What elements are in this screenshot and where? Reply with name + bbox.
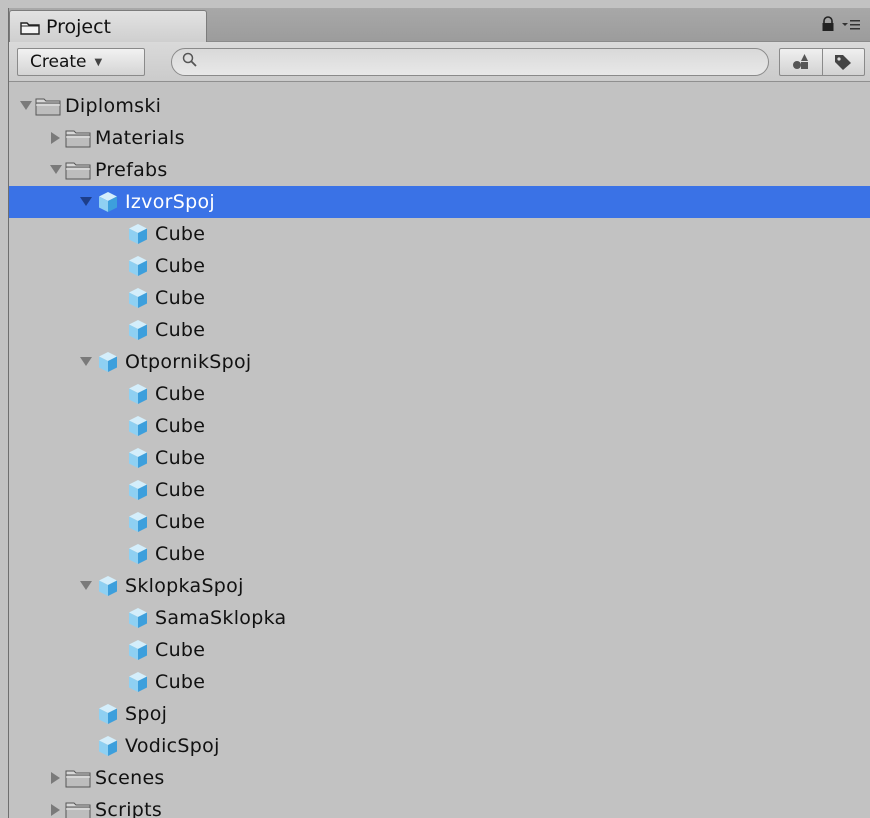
- tree-item-label: IzvorSpoj: [125, 191, 215, 213]
- tab-project[interactable]: Project: [9, 10, 207, 42]
- tree-item-label: Cube: [155, 223, 206, 245]
- folder-icon: [65, 767, 91, 789]
- lock-icon[interactable]: [821, 16, 835, 36]
- filter-by-type-icon[interactable]: [780, 49, 822, 75]
- tree-item[interactable]: Prefabs: [9, 154, 870, 186]
- tree-item[interactable]: Cube: [9, 282, 870, 314]
- tree-item-label: SklopkaSpoj: [125, 575, 244, 597]
- folder-icon: [65, 159, 91, 181]
- project-toolbar: Create ▼: [9, 42, 870, 82]
- tree-item[interactable]: Cube: [9, 442, 870, 474]
- chevron-down-icon[interactable]: [19, 99, 33, 113]
- tab-controls: [821, 16, 869, 36]
- tree-item-label: Diplomski: [65, 95, 162, 117]
- prefab-cube-icon: [125, 319, 151, 341]
- tree-item[interactable]: Cube: [9, 410, 870, 442]
- chevron-down-icon[interactable]: [79, 355, 93, 369]
- tree-item-label: Cube: [155, 511, 206, 533]
- tree-item-label: Scripts: [95, 799, 163, 818]
- tab-strip: Project: [9, 8, 870, 42]
- context-menu-icon[interactable]: [841, 17, 861, 36]
- folder-icon: [65, 799, 91, 818]
- folder-icon: [20, 20, 40, 35]
- tree-item[interactable]: Cube: [9, 474, 870, 506]
- tree-item[interactable]: Cube: [9, 666, 870, 698]
- filter-by-label-icon[interactable]: [821, 49, 865, 75]
- tree-item[interactable]: SamaSklopka: [9, 602, 870, 634]
- search-input[interactable]: [202, 50, 768, 74]
- prefab-cube-icon: [125, 383, 151, 405]
- tree-item-label: Cube: [155, 479, 206, 501]
- tree-item[interactable]: Cube: [9, 314, 870, 346]
- prefab-cube-icon: [95, 351, 121, 373]
- tree-item-label: Scenes: [95, 767, 165, 789]
- tree-item-label: OtpornikSpoj: [125, 351, 252, 373]
- prefab-cube-icon: [125, 639, 151, 661]
- folder-icon: [35, 95, 61, 117]
- prefab-cube-icon: [125, 543, 151, 565]
- tree-item-label: Materials: [95, 127, 185, 149]
- tree-item[interactable]: Spoj: [9, 698, 870, 730]
- tree-item-label: Cube: [155, 639, 206, 661]
- chevron-right-icon[interactable]: [49, 131, 63, 145]
- prefab-cube-icon: [125, 287, 151, 309]
- prefab-cube-icon: [95, 575, 121, 597]
- prefab-cube-icon: [125, 479, 151, 501]
- prefab-cube-icon: [125, 671, 151, 693]
- chevron-right-icon[interactable]: [49, 803, 63, 817]
- tree-item-label: Cube: [155, 447, 206, 469]
- tree-item-label: Cube: [155, 415, 206, 437]
- tree-item-label: Cube: [155, 383, 206, 405]
- tree-item[interactable]: Scripts: [9, 794, 870, 818]
- search-icon: [182, 52, 198, 72]
- prefab-cube-icon: [95, 735, 121, 757]
- prefab-cube-icon: [125, 223, 151, 245]
- folder-icon: [65, 127, 91, 149]
- chevron-down-icon[interactable]: [49, 163, 63, 177]
- tree-item[interactable]: VodicSpoj: [9, 730, 870, 762]
- tree-item[interactable]: Cube: [9, 250, 870, 282]
- tree-item[interactable]: Cube: [9, 218, 870, 250]
- prefab-cube-icon: [125, 415, 151, 437]
- tree-item-label: Cube: [155, 319, 206, 341]
- tree-item[interactable]: Cube: [9, 634, 870, 666]
- search-field[interactable]: [171, 48, 769, 76]
- tree-item[interactable]: Cube: [9, 378, 870, 410]
- create-button-label: Create: [30, 52, 87, 72]
- tree-item-label: Cube: [155, 671, 206, 693]
- tree-item[interactable]: Scenes: [9, 762, 870, 794]
- tree-item-label: VodicSpoj: [125, 735, 220, 757]
- tree-item[interactable]: OtpornikSpoj: [9, 346, 870, 378]
- tree-item-label: Spoj: [125, 703, 168, 725]
- prefab-cube-icon: [125, 255, 151, 277]
- tree-item[interactable]: Materials: [9, 122, 870, 154]
- tree-item[interactable]: Cube: [9, 506, 870, 538]
- filter-buttons: [779, 48, 865, 76]
- tab-label: Project: [46, 15, 112, 38]
- prefab-cube-icon: [95, 191, 121, 213]
- tree-item[interactable]: Diplomski: [9, 90, 870, 122]
- prefab-cube-icon: [125, 607, 151, 629]
- tree-item-label: Cube: [155, 287, 206, 309]
- chevron-right-icon[interactable]: [49, 771, 63, 785]
- project-window: Project Create ▼ Diplomski Materials Pre…: [8, 8, 870, 818]
- tree-item[interactable]: IzvorSpoj: [9, 186, 870, 218]
- tree-item-label: Prefabs: [95, 159, 168, 181]
- prefab-cube-icon: [125, 511, 151, 533]
- chevron-down-icon: ▼: [94, 56, 103, 68]
- tree-item-label: SamaSklopka: [155, 607, 287, 629]
- chevron-down-icon[interactable]: [79, 195, 93, 209]
- tree-item[interactable]: Cube: [9, 538, 870, 570]
- prefab-cube-icon: [125, 447, 151, 469]
- tree-item[interactable]: SklopkaSpoj: [9, 570, 870, 602]
- create-button[interactable]: Create ▼: [17, 48, 145, 76]
- tree-item-label: Cube: [155, 255, 206, 277]
- tree-item-label: Cube: [155, 543, 206, 565]
- prefab-cube-icon: [95, 703, 121, 725]
- asset-tree: Diplomski Materials Prefabs IzvorSpoj Cube Cu…: [9, 90, 870, 818]
- chevron-down-icon[interactable]: [79, 579, 93, 593]
